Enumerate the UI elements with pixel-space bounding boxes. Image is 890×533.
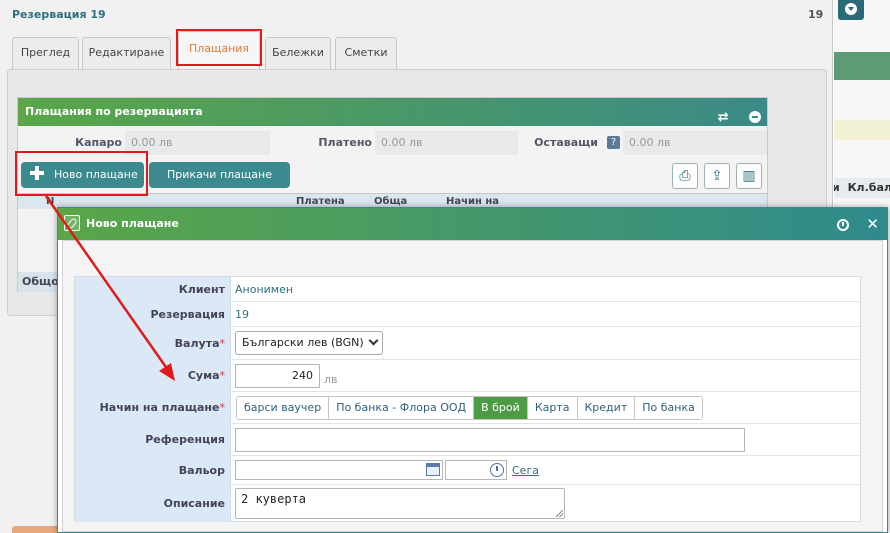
export-icon[interactable]: ⇪ — [704, 163, 730, 189]
dropdown-toggle-button[interactable] — [838, 0, 864, 20]
description-row: Описание 2 куверта — [75, 485, 860, 522]
amount-input[interactable]: 240 — [235, 363, 320, 388]
reference-input[interactable] — [235, 427, 745, 452]
swap-icon[interactable]: ⇄ — [715, 110, 731, 126]
description-label: Описание — [75, 485, 231, 522]
reservation-value: 19 — [235, 307, 249, 321]
close-icon[interactable]: ✕ — [866, 208, 879, 240]
collapse-icon[interactable] — [749, 111, 761, 123]
attach-payment-button[interactable]: Прикачи плащане — [149, 162, 290, 188]
reservation-number: 19 — [808, 8, 824, 21]
link-icon — [64, 215, 80, 231]
help-icon[interactable]: ? — [607, 136, 620, 149]
currency-select[interactable]: Български лев (BGN) — [235, 331, 383, 355]
new-payment-modal: Ново плащане ✕ Клиент Анонимен Резерваци… — [57, 207, 888, 533]
remaining-value: 0.00 лв — [623, 131, 767, 155]
client-label: Клиент — [75, 277, 231, 301]
right-column-header: и Кл.бал — [834, 178, 890, 198]
clock-icon[interactable] — [490, 463, 504, 477]
method-bank[interactable]: По банка — [635, 396, 702, 419]
now-link[interactable]: Сега — [512, 464, 539, 477]
amount-unit: лв — [324, 373, 338, 386]
reference-row: Референция — [75, 424, 860, 456]
payment-method-label: Начин на плащане * — [75, 392, 231, 423]
currency-row: Валута * Български лев (BGN) — [75, 327, 860, 360]
tab-notes[interactable]: Бележки — [265, 37, 331, 69]
currency-label: Валута * — [75, 327, 231, 359]
value-date-row: Вальор Сега — [75, 456, 860, 485]
calendar-icon[interactable] — [426, 463, 440, 476]
tab-bills[interactable]: Сметки — [335, 37, 397, 69]
value-date-label: Вальор — [75, 456, 231, 484]
reservation-title: Резервация 19 — [12, 8, 106, 21]
value-date-input[interactable] — [235, 460, 443, 480]
payments-panel-title: Плащания по резервацията — [25, 105, 203, 118]
amount-label: Сума * — [75, 360, 231, 391]
payment-method-group: барси ваучер По банка - Флора ООД В брой… — [236, 395, 703, 420]
method-bank-flora[interactable]: По банка - Флора ООД — [329, 396, 475, 419]
bottom-button-fragment[interactable] — [12, 526, 60, 533]
method-credit[interactable]: Кредит — [577, 396, 636, 419]
reservation-label: Резервация — [75, 302, 231, 326]
history-icon[interactable] — [836, 219, 849, 231]
reference-label: Референция — [75, 424, 231, 455]
resize-handle-icon[interactable] — [556, 510, 563, 517]
remaining-label: Оставащи — [534, 136, 598, 149]
modal-header: Ново плащане ✕ — [58, 208, 887, 240]
method-cash[interactable]: В брой — [474, 396, 528, 419]
grid-total-label: Общо — [22, 275, 59, 288]
chevron-down-icon — [368, 335, 379, 346]
columns-icon[interactable]: ▥ — [736, 163, 762, 189]
amount-row: Сума * 240 лв — [75, 360, 860, 392]
paid-value: 0.00 лв — [375, 131, 518, 155]
tab-overview[interactable]: Преглед — [12, 37, 79, 69]
paid-label: Платено — [318, 136, 372, 149]
modal-body: Клиент Анонимен Резервация 19 Валута * Бъ… — [62, 240, 883, 532]
payment-method-row: Начин на плащане * барси ваучер По банка … — [75, 392, 860, 424]
annotation-box-payments-tab — [176, 29, 262, 66]
grid-col-number: N — [46, 196, 55, 207]
payments-panel-header: Плащания по резервацията ⇄ — [18, 98, 767, 126]
annotation-box-new-payment — [15, 151, 148, 196]
right-header-fragment — [834, 52, 890, 80]
method-voucher[interactable]: барси ваучер — [237, 396, 330, 419]
reservation-row: Резервация 19 — [75, 302, 860, 327]
modal-title: Ново плащане — [86, 217, 179, 230]
print-icon[interactable]: ⎙ — [672, 163, 698, 189]
right-row-fragment — [834, 120, 890, 140]
method-card[interactable]: Карта — [527, 396, 578, 419]
chevron-down-icon — [845, 3, 857, 15]
value-time-input[interactable] — [445, 460, 507, 480]
tab-edit[interactable]: Редактиране — [82, 37, 171, 69]
description-textarea[interactable]: 2 куверта — [235, 488, 565, 519]
client-value: Анонимен — [235, 282, 294, 296]
payment-form: Клиент Анонимен Резервация 19 Валута * Бъ… — [74, 276, 861, 522]
client-row: Клиент Анонимен — [75, 277, 860, 302]
